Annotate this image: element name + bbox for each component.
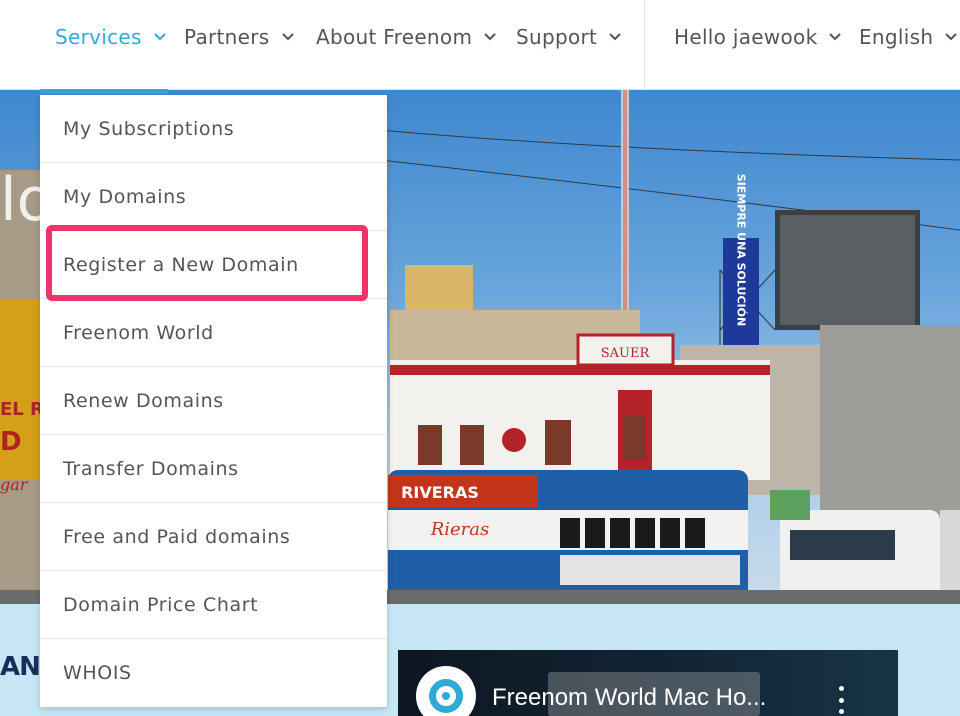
chevron-down-icon (280, 29, 296, 45)
nav-user-menu[interactable]: Hello jaewook (674, 0, 843, 74)
svg-text:EL R: EL R (0, 399, 44, 420)
nav-about-freenom[interactable]: About Freenom (316, 0, 498, 74)
nav-divider (644, 0, 645, 89)
nav-about-label: About Freenom (316, 25, 473, 49)
svg-text:RIVERAS: RIVERAS (401, 483, 479, 502)
nav-language-label: English (859, 25, 934, 49)
nav-user-label: Hello jaewook (674, 25, 818, 49)
menu-item-free-and-paid-domains[interactable]: Free and Paid domains (40, 503, 387, 571)
menu-item-transfer-domains[interactable]: Transfer Domains (40, 435, 387, 503)
chevron-down-icon (482, 29, 498, 45)
active-nav-indicator (40, 89, 168, 94)
nav-support[interactable]: Support (516, 0, 623, 74)
nav-services-label: Services (55, 25, 142, 49)
video-title: Freenom World Mac Ho... (492, 684, 767, 711)
svg-text:D: D (0, 427, 22, 457)
menu-item-renew-domains[interactable]: Renew Domains (40, 367, 387, 435)
menu-item-freenom-world[interactable]: Freenom World (40, 299, 387, 367)
top-navigation: Services Partners About Freenom Support … (0, 0, 960, 90)
nav-services[interactable]: Services (55, 0, 168, 74)
nav-partners-label: Partners (184, 25, 270, 49)
menu-item-my-domains[interactable]: My Domains (40, 163, 387, 231)
services-dropdown-menu: My Subscriptions My Domains Register a N… (40, 95, 387, 707)
menu-item-domain-price-chart[interactable]: Domain Price Chart (40, 571, 387, 639)
chevron-down-icon (152, 29, 168, 45)
nav-language[interactable]: English (859, 0, 959, 74)
menu-item-register-new-domain[interactable]: Register a New Domain (40, 231, 387, 299)
svg-text:Rieras: Rieras (430, 519, 490, 540)
nav-support-label: Support (516, 25, 598, 49)
freenom-logo-icon (416, 666, 476, 716)
chevron-down-icon (607, 29, 623, 45)
chevron-down-icon (827, 29, 843, 45)
menu-item-my-subscriptions[interactable]: My Subscriptions (40, 95, 387, 163)
video-embed[interactable]: Freenom World Mac Ho... (398, 650, 898, 716)
svg-text:SIEMPRE UNA SOLUCIÓN: SIEMPRE UNA SOLUCIÓN (735, 174, 748, 326)
menu-item-whois[interactable]: WHOIS (40, 639, 387, 706)
nav-partners[interactable]: Partners (184, 0, 296, 74)
more-options-icon[interactable] (836, 686, 846, 714)
svg-text:SAUER: SAUER (601, 346, 651, 361)
chevron-down-icon (943, 29, 959, 45)
svg-text:gar: gar (0, 475, 29, 494)
